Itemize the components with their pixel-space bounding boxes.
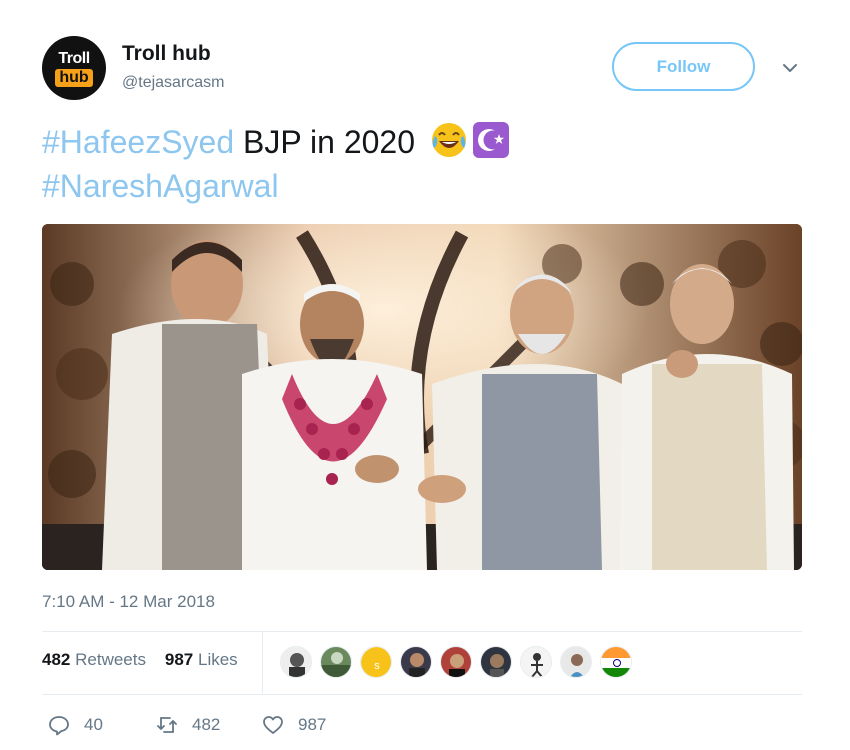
display-name[interactable]: Troll hub <box>122 42 211 66</box>
likes-label[interactable]: Likes <box>198 650 238 669</box>
retweets-count[interactable]: 482 <box>42 650 70 669</box>
reply-icon <box>49 716 69 736</box>
tweet-text: #HafeezSyed BJP in 2020 #NareshAgarwal <box>42 120 742 208</box>
hashtag-link[interactable]: #HafeezSyed <box>42 124 234 160</box>
liker-avatar[interactable] <box>280 646 312 678</box>
liker-avatar[interactable] <box>520 646 552 678</box>
tweet-card: Troll hub Troll hub @tejasarcasm Follow … <box>0 0 850 750</box>
svg-text:s: s <box>374 660 380 672</box>
liker-avatar[interactable] <box>480 646 512 678</box>
follow-button[interactable]: Follow <box>612 42 755 91</box>
retweets-label[interactable]: Retweets <box>75 650 146 669</box>
avatar-text-bottom: hub <box>55 68 93 87</box>
stats-separator <box>262 632 263 694</box>
tweet-text-body: BJP in 2020 <box>234 124 415 160</box>
like-count: 987 <box>298 715 327 734</box>
liker-avatar[interactable] <box>320 646 352 678</box>
star-and-crescent-icon <box>472 122 509 158</box>
liker-avatar[interactable] <box>440 646 472 678</box>
liker-avatar[interactable] <box>400 646 432 678</box>
chevron-down-icon[interactable] <box>780 58 800 78</box>
divider <box>42 694 802 695</box>
avatar[interactable]: Troll hub <box>42 36 106 100</box>
retweet-action[interactable]: 482 <box>156 714 220 736</box>
tweet-photo[interactable] <box>42 224 802 570</box>
india-flag-icon[interactable] <box>600 646 632 678</box>
tears-of-joy-emoji-icon <box>431 123 466 157</box>
retweet-icon <box>157 717 177 733</box>
reply-count: 40 <box>84 715 103 734</box>
tweet-timestamp[interactable]: 7:10 AM - 12 Mar 2018 <box>42 592 215 612</box>
like-action[interactable]: 987 <box>262 714 326 736</box>
heart-icon <box>263 716 283 734</box>
reply-action[interactable]: 40 <box>48 714 103 736</box>
likes-count[interactable]: 987 <box>165 650 193 669</box>
user-handle[interactable]: @tejasarcasm <box>122 74 225 92</box>
liker-avatar[interactable] <box>560 646 592 678</box>
divider <box>42 631 802 632</box>
hashtag-link-2[interactable]: #NareshAgarwal <box>42 168 279 204</box>
likers-avatars: s <box>280 646 632 678</box>
avatar-text-top: Troll <box>58 49 90 67</box>
liker-avatar[interactable]: s <box>360 646 392 678</box>
retweet-count: 482 <box>192 715 221 734</box>
engagement-stats: 482 Retweets 987 Likes <box>42 650 238 670</box>
